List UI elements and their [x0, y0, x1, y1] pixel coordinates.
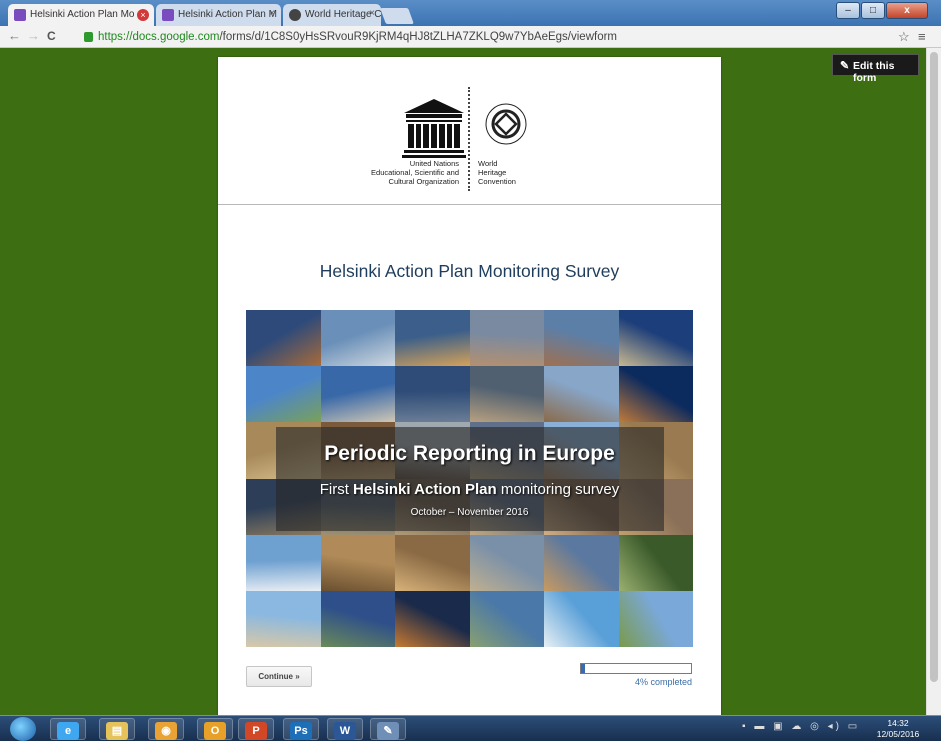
photoshop-taskbar-icon[interactable]: Ps	[283, 718, 319, 740]
tab-world-heritage-centre[interactable]: World Heritage Centre ×	[283, 4, 381, 26]
banner-headline: Periodic Reporting in Europe	[324, 442, 615, 465]
close-tab-icon[interactable]: ×	[137, 9, 149, 21]
new-tab-button[interactable]	[380, 8, 414, 24]
outlook-taskbar-icon[interactable]: O	[197, 718, 233, 740]
edit-form-label: Edit this form	[853, 60, 895, 84]
heritage-photo-tile	[321, 591, 395, 647]
whc-text: World Heritage Convention	[478, 159, 516, 186]
heritage-photo-tile	[619, 591, 693, 647]
back-button[interactable]: ←	[8, 28, 21, 43]
clock-time: 14:32	[887, 718, 909, 728]
banner-dates: October – November 2016	[410, 507, 529, 518]
internet-explorer-icon: e	[57, 722, 79, 740]
heritage-photo-tile	[470, 366, 544, 422]
menu-icon[interactable]: ≡	[918, 29, 926, 44]
close-tab-icon[interactable]: ×	[269, 8, 275, 19]
heritage-photo-tile	[544, 310, 619, 366]
heritage-photo-tile	[321, 310, 395, 366]
page-scrollbar[interactable]	[926, 48, 941, 715]
powerpoint-taskbar-icon[interactable]: P	[238, 718, 274, 740]
tab-helsinki-form-2[interactable]: Helsinki Action Plan M ×	[156, 4, 281, 26]
heritage-photo-tile	[321, 535, 395, 591]
taskbar-clock[interactable]: 14:32 12/05/2016	[872, 718, 924, 740]
url-path: /forms/d/1C8S0yHsSRvouR9KjRM4qHJ8tZLHA7Z…	[219, 31, 618, 43]
survey-title: Helsinki Action Plan Monitoring Survey	[319, 261, 620, 281]
paint-taskbar-icon[interactable]: ✎	[370, 718, 406, 740]
heritage-photo-tile	[619, 366, 693, 422]
lock-icon	[84, 32, 93, 42]
windows-taskbar: e ▤ ◉ O P Ps W ✎ ▪ ▬ ▣ ☁ ◎ ◂) ▭ 14:32 12/05/201…	[0, 715, 941, 741]
heritage-photo-tile	[246, 310, 321, 366]
heritage-photo-tile	[470, 591, 544, 647]
edit-form-button[interactable]: ✎ Edit this form	[832, 54, 919, 84]
chrome-icon: ◉	[155, 722, 177, 740]
chrome-taskbar-icon[interactable]: ◉	[148, 718, 184, 740]
heritage-photo-tile	[395, 591, 470, 647]
forward-button[interactable]: →	[27, 28, 40, 43]
whc-site-icon	[289, 9, 301, 21]
progress-label: 4% completed	[634, 677, 692, 687]
paint-icon: ✎	[377, 722, 399, 740]
photoshop-icon: Ps	[290, 722, 312, 740]
heritage-photo-tile	[544, 366, 619, 422]
heritage-photo-tile	[395, 310, 470, 366]
google-forms-icon	[14, 9, 26, 21]
heritage-photo-tile	[395, 366, 470, 422]
word-taskbar-icon[interactable]: W	[327, 718, 363, 740]
system-tray[interactable]: ▪ ▬ ▣ ☁ ◎ ◂) ▭	[742, 721, 860, 732]
clock-date: 12/05/2016	[876, 729, 920, 739]
address-bar[interactable]: https://docs.google.com/forms/d/1C8S0yHs…	[84, 29, 904, 46]
reload-button[interactable]: C	[47, 29, 56, 43]
file-explorer-icon: ▤	[106, 722, 128, 740]
browser-toolbar: ← → C https://docs.google.com/forms/d/1C…	[0, 26, 941, 48]
scrollbar-thumb[interactable]	[930, 52, 938, 682]
pencil-icon: ✎	[840, 60, 850, 72]
heritage-photo-tile	[246, 366, 321, 422]
continue-button[interactable]: Continue »	[246, 666, 312, 687]
outlook-icon: O	[204, 722, 226, 740]
heritage-photo-tile	[321, 366, 395, 422]
unesco-org-text: United Nations Educational, Scientific a…	[371, 159, 459, 186]
heritage-photo-tile	[619, 310, 693, 366]
tab-helsinki-form-active[interactable]: Helsinki Action Plan Mo ×	[8, 4, 154, 26]
file-explorer-taskbar-icon[interactable]: ▤	[99, 718, 135, 740]
tab-title: Helsinki Action Plan Mo	[30, 9, 135, 20]
progress-bar	[580, 663, 692, 674]
heritage-photo-tile	[246, 591, 321, 647]
heritage-photo-tile	[470, 310, 544, 366]
url-host: https://docs.google.com	[98, 31, 220, 43]
maximize-button[interactable]: □	[861, 2, 885, 19]
tab-title: Helsinki Action Plan M	[178, 9, 277, 20]
heritage-photo-tile	[619, 535, 693, 591]
heritage-photo-tile	[395, 535, 470, 591]
start-button[interactable]	[10, 717, 36, 741]
close-tab-icon[interactable]: ×	[369, 8, 375, 19]
unesco-temple-logo	[402, 99, 466, 158]
powerpoint-icon: P	[245, 722, 267, 740]
progress-fill	[581, 664, 585, 673]
minimize-button[interactable]: –	[836, 2, 860, 19]
logo-divider	[468, 87, 470, 191]
bookmark-star-icon[interactable]: ☆	[898, 29, 910, 45]
tab-strip: Helsinki Action Plan Mo × Helsinki Actio…	[0, 0, 941, 26]
heritage-photo-tile	[544, 591, 619, 647]
form-header: United Nations Educational, Scientific a…	[218, 57, 721, 205]
periodic-reporting-banner: Periodic Reporting in Europe First Helsi…	[246, 310, 693, 647]
google-forms-icon	[162, 9, 174, 21]
form-card: United Nations Educational, Scientific a…	[218, 57, 721, 717]
word-icon: W	[334, 722, 356, 740]
banner-subtitle: First Helsinki Action Plan monitoring su…	[319, 481, 620, 498]
world-heritage-emblem	[485, 103, 527, 145]
heritage-photo-tile	[470, 535, 544, 591]
heritage-photo-tile	[246, 535, 321, 591]
internet-explorer-taskbar-icon[interactable]: e	[50, 718, 86, 740]
heritage-photo-tile	[544, 535, 619, 591]
close-window-button[interactable]: x	[886, 2, 928, 19]
